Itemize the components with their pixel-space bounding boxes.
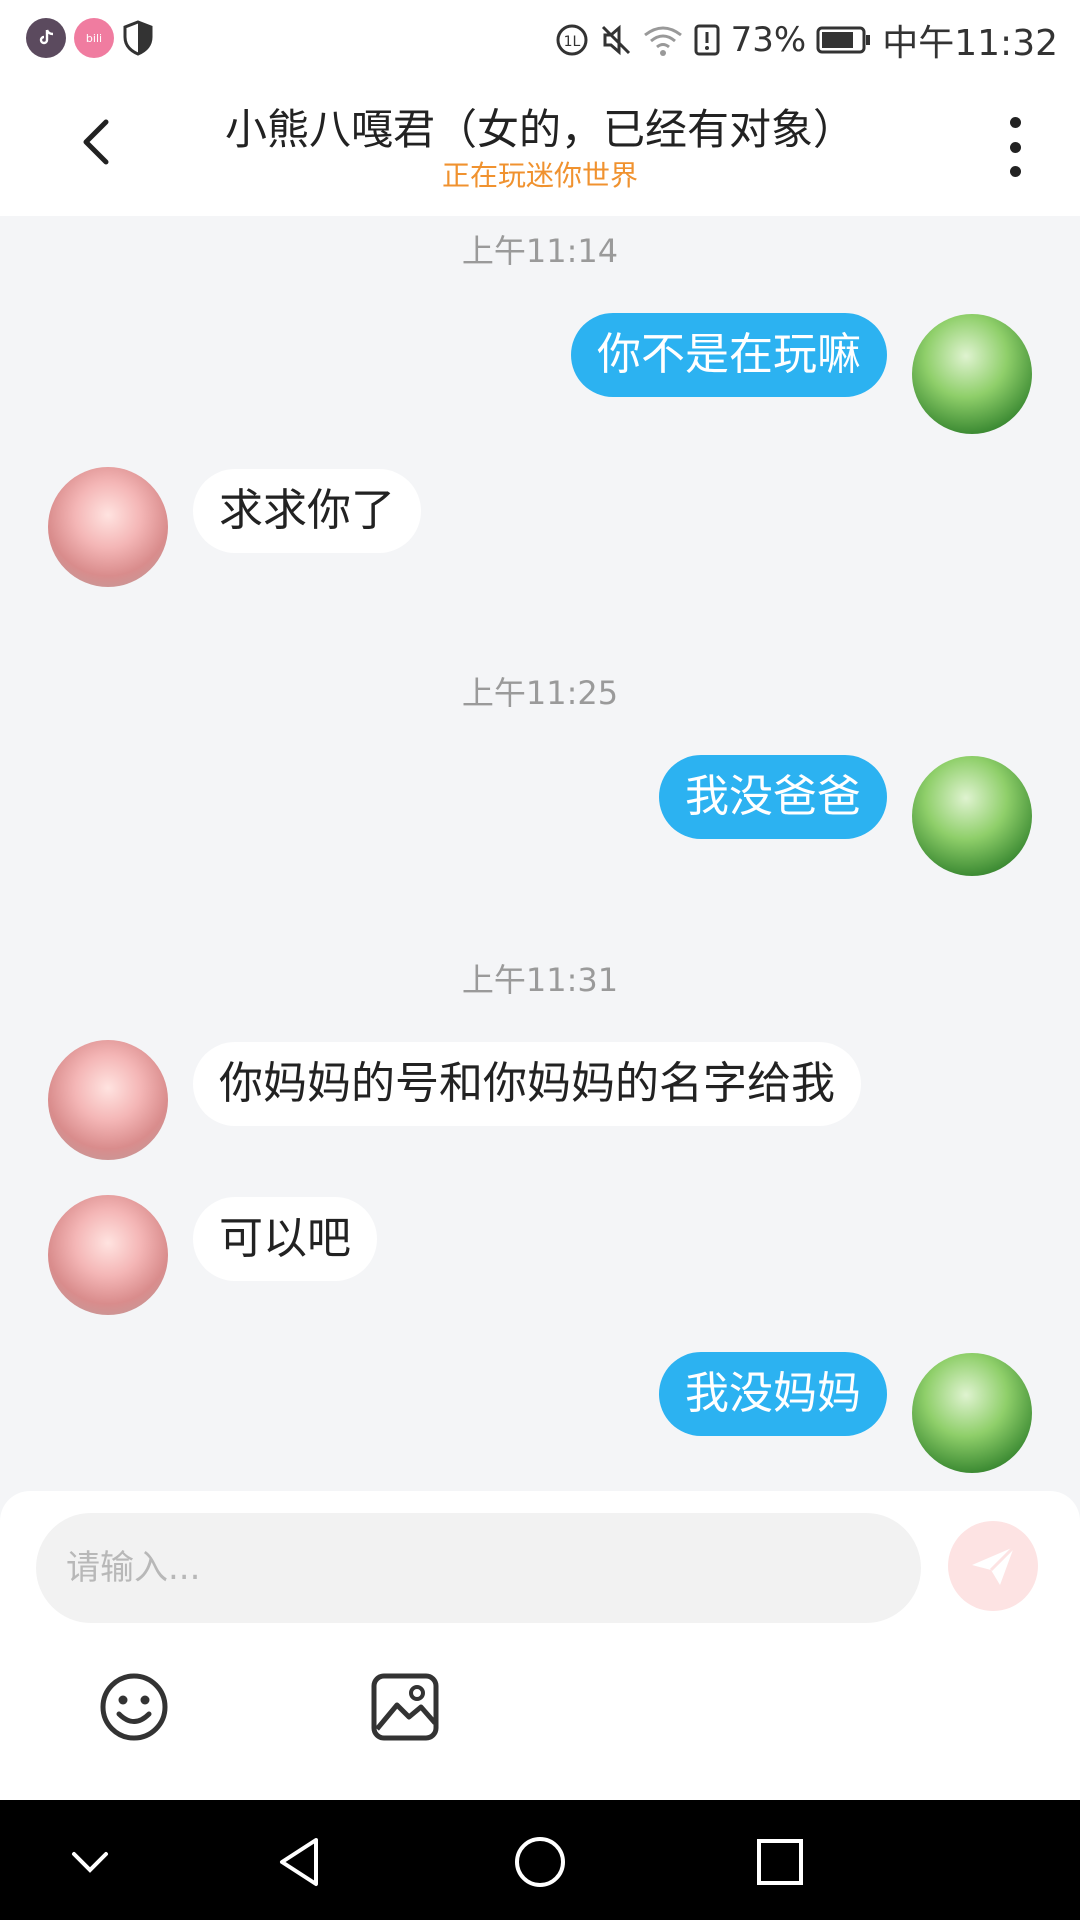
more-options-button[interactable] [1000,117,1030,177]
chat-messages[interactable]: 上午11:14 你不是在玩嘛 求求你了 上午11:25 我没爸爸 上午11:31… [0,216,1080,1491]
contact-avatar[interactable] [48,1040,168,1160]
message-bubble-sent[interactable]: 我没爸爸 [659,755,887,839]
battery-icon [816,25,872,55]
message-bubble-received[interactable]: 求求你了 [193,469,421,553]
home-circle-icon [515,1837,565,1887]
my-avatar[interactable] [912,314,1032,434]
back-nav-button[interactable] [272,1834,328,1890]
emoji-button[interactable] [98,1671,170,1743]
mute-icon [599,23,633,57]
home-nav-button[interactable] [512,1834,568,1890]
status-bar-right: 1L 73% 中午11:32 [555,14,1058,66]
image-icon [371,1673,439,1741]
chat-header: 小熊八嘎君（女的，已经有对象） 正在玩迷你世界 [0,72,1080,216]
message-input[interactable] [36,1513,921,1623]
battery-percent: 73% [730,20,807,60]
contact-avatar[interactable] [48,467,168,587]
svg-text:1L: 1L [563,34,580,50]
status-bar: bili 1L 73% 中午11:32 [0,0,1080,72]
hide-keyboard-button[interactable] [62,1834,118,1890]
shield-icon [122,20,154,56]
wifi-icon [643,23,683,57]
alert-icon [693,23,721,57]
contact-avatar[interactable] [48,1195,168,1315]
bilibili-icon: bili [74,18,114,58]
chat-status: 正在玩迷你世界 [441,159,638,192]
chat-title: 小熊八嘎君（女的，已经有对象） [224,105,855,154]
message-bubble-sent[interactable]: 你不是在玩嘛 [571,313,887,397]
send-icon [972,1545,1016,1585]
timestamp: 上午11:25 [461,674,619,712]
recents-square-icon [757,1839,803,1885]
send-button[interactable] [948,1521,1038,1611]
back-triangle-icon [280,1838,318,1886]
image-button[interactable] [369,1671,441,1743]
system-nav-bar [0,1800,1080,1920]
hd-icon: 1L [555,23,589,57]
status-bar-left: bili [26,18,154,58]
recents-nav-button[interactable] [752,1834,808,1890]
clock: 中午11:32 [882,23,1058,64]
more-vertical-icon [1009,117,1021,128]
timestamp: 上午11:31 [461,961,619,999]
input-panel [0,1491,1080,1800]
message-bubble-received[interactable]: 你妈妈的号和你妈妈的名字给我 [193,1042,861,1126]
timestamp: 上午11:14 [461,232,619,270]
emoji-icon [100,1673,168,1741]
my-avatar[interactable] [912,1353,1032,1473]
message-bubble-sent[interactable]: 我没妈妈 [659,1352,887,1436]
tiktok-icon [26,18,66,58]
message-bubble-received[interactable]: 可以吧 [193,1197,377,1281]
my-avatar[interactable] [912,756,1032,876]
chevron-down-icon [72,1852,108,1873]
